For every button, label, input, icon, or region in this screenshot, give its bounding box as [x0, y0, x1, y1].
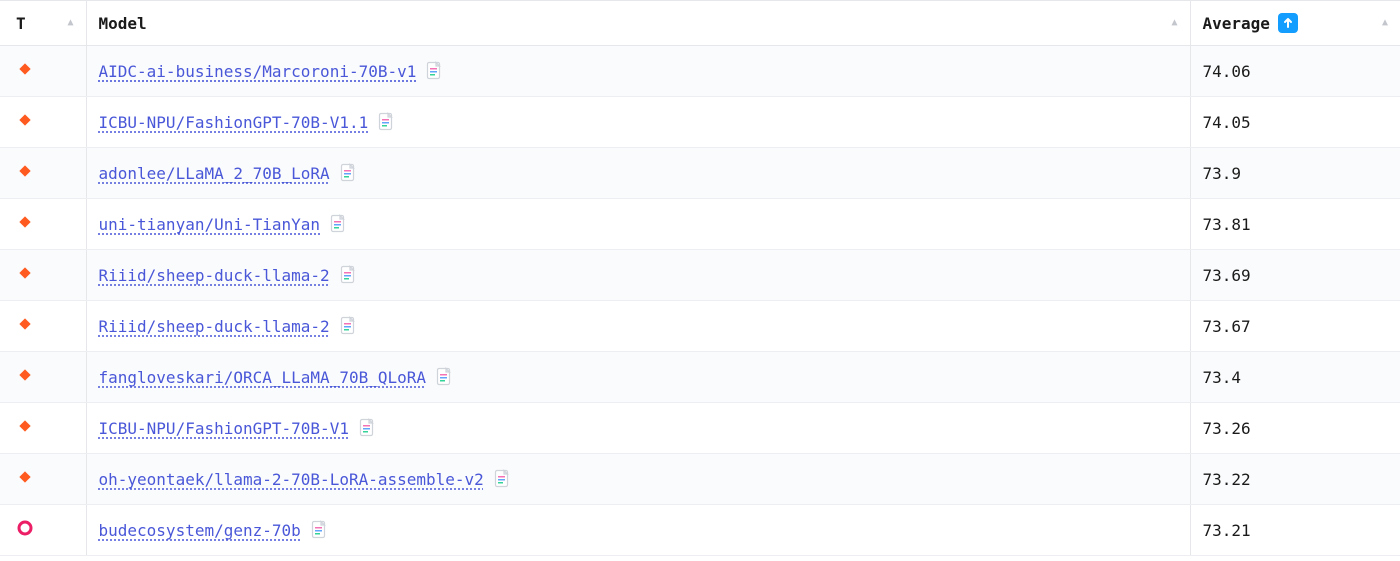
model-card-icon[interactable]: [494, 469, 510, 489]
average-value: 73.69: [1203, 266, 1251, 285]
average-value: 73.22: [1203, 470, 1251, 489]
sort-caret-icon: ▲: [1171, 18, 1177, 28]
table-row: oh-yeontaek/llama-2-70B-LoRA-assemble-v2…: [0, 454, 1400, 505]
average-value: 74.05: [1203, 113, 1251, 132]
table-row: fangloveskari/ORCA_LLaMA_70B_QLoRA 73.4: [0, 352, 1400, 403]
table-row: AIDC-ai-business/Marcoroni-70B-v1 74.06: [0, 46, 1400, 97]
model-link[interactable]: Riiid/sheep-duck-llama-2: [99, 266, 330, 285]
header-type[interactable]: T ▲: [0, 1, 86, 46]
table-row: budecosystem/genz-70b 73.21: [0, 505, 1400, 556]
model-link[interactable]: adonlee/LLaMA_2_70B_LoRA: [99, 164, 330, 183]
header-average-label: Average: [1203, 14, 1270, 33]
model-card-icon[interactable]: [359, 418, 375, 438]
type-finetuned-icon: [16, 264, 34, 282]
sort-active-up-icon: [1278, 13, 1298, 33]
average-value: 73.4: [1203, 368, 1242, 387]
table-row: ICBU-NPU/FashionGPT-70B-V1 73.26: [0, 403, 1400, 454]
model-link[interactable]: budecosystem/genz-70b: [99, 521, 301, 540]
model-link[interactable]: fangloveskari/ORCA_LLaMA_70B_QLoRA: [99, 368, 427, 387]
type-finetuned-icon: [16, 111, 34, 129]
model-card-icon[interactable]: [340, 316, 356, 336]
average-value: 73.81: [1203, 215, 1251, 234]
header-model-label: Model: [99, 14, 147, 33]
average-value: 73.26: [1203, 419, 1251, 438]
model-card-icon[interactable]: [311, 520, 327, 540]
leaderboard-table: T ▲ Model ▲ Average ▲: [0, 0, 1400, 556]
sort-caret-icon: ▲: [1382, 18, 1388, 28]
model-card-icon[interactable]: [330, 214, 346, 234]
header-model[interactable]: Model ▲: [86, 1, 1190, 46]
model-link[interactable]: ICBU-NPU/FashionGPT-70B-V1: [99, 419, 349, 438]
type-finetuned-icon: [16, 417, 34, 435]
table-row: Riiid/sheep-duck-llama-2 73.67: [0, 301, 1400, 352]
model-card-icon[interactable]: [340, 163, 356, 183]
table-row: adonlee/LLaMA_2_70B_LoRA 73.9: [0, 148, 1400, 199]
type-finetuned-icon: [16, 468, 34, 486]
type-finetuned-icon: [16, 213, 34, 231]
model-link[interactable]: uni-tianyan/Uni-TianYan: [99, 215, 321, 234]
model-card-icon[interactable]: [436, 367, 452, 387]
model-link[interactable]: Riiid/sheep-duck-llama-2: [99, 317, 330, 336]
type-finetuned-icon: [16, 315, 34, 333]
header-average[interactable]: Average ▲: [1190, 1, 1400, 46]
model-card-icon[interactable]: [340, 265, 356, 285]
model-link[interactable]: ICBU-NPU/FashionGPT-70B-V1.1: [99, 113, 369, 132]
model-link[interactable]: oh-yeontaek/llama-2-70B-LoRA-assemble-v2: [99, 470, 484, 489]
table-row: Riiid/sheep-duck-llama-2 73.69: [0, 250, 1400, 301]
average-value: 73.9: [1203, 164, 1242, 183]
model-card-icon[interactable]: [378, 112, 394, 132]
average-value: 74.06: [1203, 62, 1251, 81]
model-link[interactable]: AIDC-ai-business/Marcoroni-70B-v1: [99, 62, 417, 81]
sort-caret-icon: ▲: [67, 18, 73, 28]
table-row: uni-tianyan/Uni-TianYan 73.81: [0, 199, 1400, 250]
table-header-row: T ▲ Model ▲ Average ▲: [0, 1, 1400, 46]
type-finetuned-icon: [16, 162, 34, 180]
table-row: ICBU-NPU/FashionGPT-70B-V1.1 74.05: [0, 97, 1400, 148]
type-finetuned-icon: [16, 60, 34, 78]
average-value: 73.21: [1203, 521, 1251, 540]
model-card-icon[interactable]: [426, 61, 442, 81]
average-value: 73.67: [1203, 317, 1251, 336]
type-finetuned-icon: [16, 366, 34, 384]
header-type-label: T: [16, 14, 26, 33]
type-pretrained-icon: [16, 519, 34, 537]
